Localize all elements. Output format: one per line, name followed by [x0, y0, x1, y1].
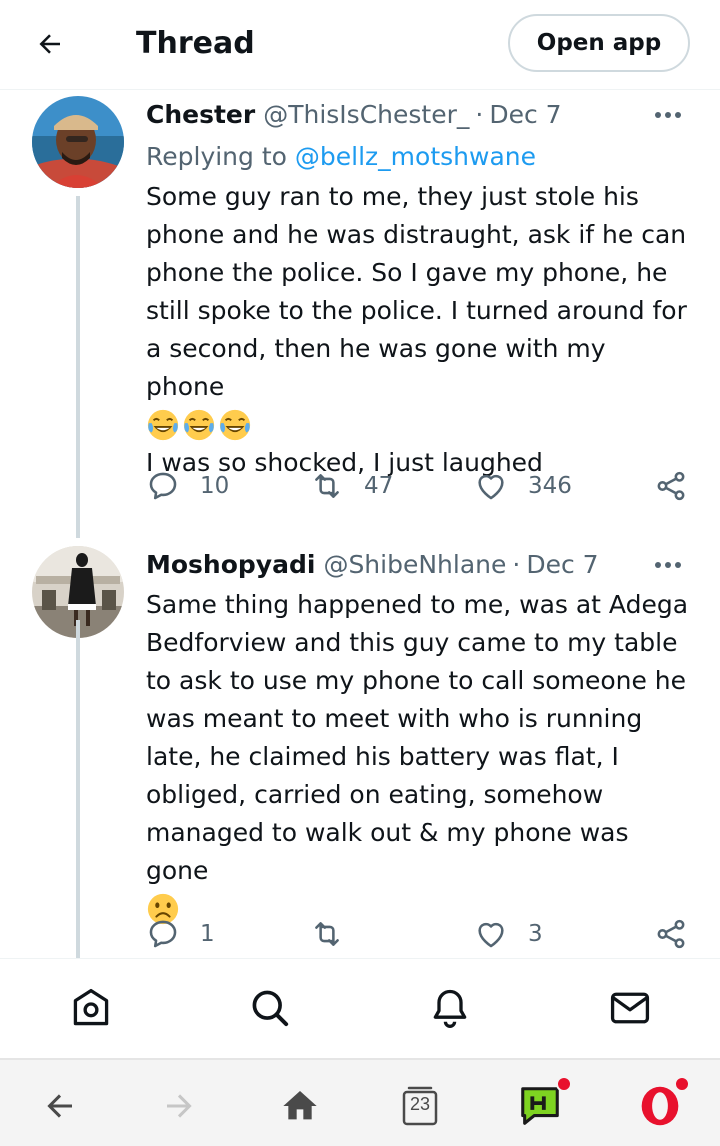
- tweet-actions: 10 47 346: [146, 466, 691, 506]
- browser-home-button[interactable]: [274, 1080, 326, 1132]
- open-app-button[interactable]: Open app: [508, 14, 690, 72]
- author-name[interactable]: Chester: [146, 98, 255, 132]
- text-line: phone and he was distraught, ask if he c…: [146, 220, 687, 249]
- like-count: 346: [528, 473, 572, 499]
- nav-search-button[interactable]: [245, 983, 295, 1033]
- author-handle[interactable]: @ShibeNhlane: [323, 548, 506, 582]
- back-button[interactable]: [28, 22, 72, 66]
- bottom-navigation: [0, 958, 720, 1056]
- text-line: still spoke to the police. I turned arou…: [146, 296, 687, 325]
- arrow-right-icon: [167, 1094, 192, 1118]
- author-handle[interactable]: @ThisIsChester_: [263, 98, 469, 132]
- emoji-row: [146, 406, 691, 444]
- tweet-actions: 1 3: [146, 914, 691, 954]
- text-line: Some guy ran to me, they just stole his: [146, 182, 639, 211]
- top-bar: Thread Open app: [0, 0, 720, 90]
- reply-button[interactable]: 1: [146, 914, 215, 954]
- text-line: Bedforview and this guy came to my table: [146, 628, 678, 657]
- browser-back-button[interactable]: [34, 1080, 86, 1132]
- tweet-moshopyadi[interactable]: Moshopyadi @ShibeNhlane · Dec 7 Same thi…: [0, 538, 720, 958]
- opera-logo-icon: [641, 1086, 679, 1126]
- tweet-text: Some guy ran to me, they just stole his …: [146, 178, 691, 482]
- text-line: was meant to meet with who is running: [146, 704, 643, 733]
- browser-tabs-button[interactable]: 23: [394, 1080, 446, 1132]
- nav-home-button[interactable]: [66, 983, 116, 1033]
- laughing-tears-emoji-icon: [219, 409, 251, 441]
- tweet-date[interactable]: Dec 7: [489, 98, 561, 132]
- avatar[interactable]: [32, 96, 124, 188]
- author-name[interactable]: Moshopyadi: [146, 548, 315, 582]
- thread-line: [76, 620, 80, 958]
- separator-dot: ·: [475, 100, 484, 129]
- more-options-button[interactable]: [651, 98, 685, 132]
- share-icon: [657, 471, 685, 501]
- retweet-count: 47: [364, 473, 394, 499]
- heart-icon: [478, 922, 504, 948]
- tweet-date[interactable]: Dec 7: [526, 548, 598, 582]
- mail-icon: [610, 992, 650, 1024]
- more-horizontal-icon: [655, 112, 681, 118]
- like-button[interactable]: 3: [474, 914, 543, 954]
- retweet-button[interactable]: 47: [310, 466, 393, 506]
- retweet-icon: [315, 474, 339, 498]
- reply-count: 1: [200, 921, 215, 947]
- more-horizontal-icon: [655, 562, 681, 568]
- arrow-left-icon: [47, 1094, 72, 1118]
- home-icon: [73, 988, 109, 1026]
- browser-forward-button[interactable]: [153, 1080, 205, 1132]
- reply-button[interactable]: 10: [146, 466, 229, 506]
- like-count: 3: [528, 921, 543, 947]
- replying-to: Replying to @bellz_motshwane: [146, 140, 691, 174]
- bell-icon: [433, 989, 467, 1028]
- tabs-count: 23: [409, 1094, 431, 1114]
- retweet-button[interactable]: [310, 914, 364, 954]
- search-icon: [252, 990, 289, 1027]
- reply-bubble-icon: [149, 920, 177, 948]
- text-line: Same thing happened to me, was at Adega: [146, 590, 689, 619]
- home-icon: [283, 1091, 317, 1120]
- arrow-left-icon: [39, 34, 60, 54]
- nav-messages-button[interactable]: [605, 983, 655, 1033]
- opera-menu-button[interactable]: [634, 1076, 690, 1132]
- text-line: managed to walk out & my phone was gone: [146, 818, 629, 885]
- like-button[interactable]: 346: [474, 466, 572, 506]
- laughing-tears-emoji-icon: [183, 409, 215, 441]
- text-line: obliged, carried on eating, somehow: [146, 780, 604, 809]
- hype-chat-icon: [521, 1087, 559, 1125]
- tweet-chester[interactable]: Chester @ThisIsChester_ · Dec 7 Replying…: [0, 90, 720, 538]
- text-line: late, he claimed his battery was flat, I: [146, 742, 619, 771]
- notification-badge: [556, 1076, 572, 1092]
- reply-count: 10: [200, 473, 230, 499]
- replying-prefix: Replying to: [146, 142, 287, 171]
- more-options-button[interactable]: [651, 548, 685, 582]
- laughing-tears-emoji-icon: [147, 409, 179, 441]
- text-line: a second, then he was gone with my phone: [146, 334, 606, 401]
- nav-notifications-button[interactable]: [425, 983, 475, 1033]
- tweet-text: Same thing happened to me, was at Adega …: [146, 586, 691, 928]
- notification-badge: [674, 1076, 690, 1092]
- share-icon: [657, 919, 685, 949]
- share-button[interactable]: [654, 914, 688, 954]
- page-title: Thread: [136, 26, 255, 61]
- hype-button[interactable]: [514, 1076, 572, 1132]
- heart-icon: [478, 474, 504, 500]
- retweet-icon: [315, 922, 339, 946]
- browser-toolbar: 23: [0, 1058, 720, 1146]
- separator-dot: ·: [512, 550, 521, 579]
- mention-link[interactable]: @bellz_motshwane: [295, 142, 536, 171]
- text-line: phone the police. So I gave my phone, he: [146, 258, 668, 287]
- share-button[interactable]: [654, 466, 688, 506]
- thread-line: [76, 196, 80, 538]
- text-line: to ask to use my phone to call someone h…: [146, 666, 687, 695]
- reply-bubble-icon: [149, 472, 177, 500]
